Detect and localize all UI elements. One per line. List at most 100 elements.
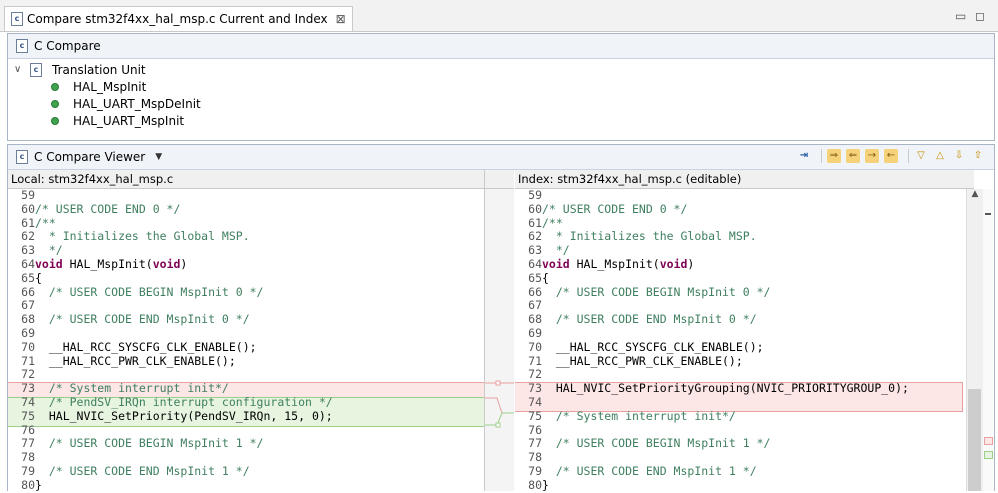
code-line[interactable]: 75 /* System interrupt init*/ [515,409,909,424]
code-line[interactable]: 68 /* USER CODE END MspInit 0 */ [8,312,333,327]
line-number: 63 [21,243,35,258]
c-file-icon: c [16,150,28,164]
line-text: __HAL_RCC_SYSCFG_CLK_ENABLE(); [542,339,764,354]
code-line[interactable]: 76 [8,423,333,438]
chevron-down-icon[interactable]: ∨ [14,64,26,75]
code-line[interactable]: 77 /* USER CODE BEGIN MspInit 1 */ [515,437,909,451]
code-line[interactable]: 80} [8,478,333,493]
vertical-scrollbar[interactable]: ▲ [966,189,983,491]
code-line[interactable]: 64 void HAL_MspInit(void) [8,257,333,272]
code-line[interactable]: 66 /* USER CODE BEGIN MspInit 0 */ [8,285,333,300]
code-line[interactable]: 65{ [515,270,909,286]
previous-change-icon[interactable]: ⇧ [971,149,985,163]
code-line[interactable]: 64 void HAL_MspInit(void) [515,257,909,272]
code-line[interactable]: 63 */ [515,243,909,258]
line-number: 60 [528,201,542,216]
tree-item[interactable]: HAL_UART_MspInit [8,112,994,129]
code-line[interactable]: 71 __HAL_RCC_PWR_CLK_ENABLE(); [515,354,909,369]
overview-ruler [983,189,993,491]
code-line[interactable]: 68 /* USER CODE END MspInit 0 */ [515,312,909,327]
code-line[interactable]: 61/** [8,215,333,231]
maximize-icon[interactable]: ◻ [975,9,985,23]
code-line[interactable]: 67 [8,299,333,313]
line-text: HAL_NVIC_SetPriority(PendSV_IRQn, 15, 0)… [35,408,333,423]
previous-difference-icon[interactable]: △ [933,149,947,163]
line-text: /* USER CODE BEGIN MspInit 1 */ [542,436,771,451]
function-icon [51,99,59,108]
right-code[interactable]: 59 60/* USER CODE END 0 */61/** 62 * Initi… [515,188,909,493]
code-line[interactable]: 70 __HAL_RCC_SYSCFG_CLK_ENABLE(); [515,339,909,355]
code-line[interactable]: 79 /* USER CODE END MspInit 1 */ [8,463,333,479]
code-line[interactable]: 74 [515,395,909,410]
tree-item[interactable]: HAL_MspInit [8,78,994,95]
code-line[interactable]: 61/** [515,216,909,231]
code-line[interactable]: 59 [8,188,333,203]
c-file-icon: c [16,39,28,53]
function-icon [51,82,59,91]
code-line[interactable]: 80} [515,478,909,493]
code-line[interactable]: 78 [515,450,909,465]
line-number: 76 [528,422,542,437]
next-difference-icon[interactable]: ▽ [914,149,928,163]
code-line[interactable]: 72 [8,368,333,382]
ignore-whitespace-icon[interactable]: ⇥ [797,149,811,163]
ruler-added-marker[interactable] [984,451,993,459]
ruler-change-marker[interactable] [984,437,993,445]
code-line[interactable]: 67 [515,299,909,313]
tree-root[interactable]: ∨ c Translation Unit [8,61,994,78]
copy-all-left-to-right-icon[interactable]: ⇒ [827,149,841,163]
left-pane-header: Local: stm32f4xx_hal_msp.c [8,170,484,189]
close-tab-icon[interactable]: ⊠ [336,12,346,26]
code-line[interactable]: 77 /* USER CODE BEGIN MspInit 1 */ [8,437,333,451]
left-code[interactable]: 59 60/* USER CODE END 0 */61/** 62 * Initi… [8,188,333,493]
line-text: { [542,270,549,285]
code-line[interactable]: 72 [515,368,909,382]
viewer-menu-chevron-icon[interactable]: ▼ [155,152,162,162]
right-compare-pane: Index: stm32f4xx_hal_msp.c (editable) 59… [515,170,974,493]
ruler-marker[interactable] [985,213,991,215]
line-number: 72 [528,367,542,382]
code-line[interactable]: 79 /* USER CODE END MspInit 1 */ [515,463,909,479]
line-number: 62 [528,229,542,244]
line-text: /* USER CODE END MspInit 1 */ [35,463,250,478]
code-line[interactable]: 73 HAL_NVIC_SetPriorityGrouping(NVIC_PRI… [515,381,909,396]
line-text: /* USER CODE BEGIN MspInit 1 */ [35,436,264,451]
scroll-up-icon[interactable]: ▲ [967,189,983,199]
code-line[interactable]: 75 HAL_NVIC_SetPriority(PendSV_IRQn, 15,… [8,408,333,424]
line-number: 74 [21,394,35,409]
line-number: 59 [21,188,35,202]
code-line[interactable]: 70 __HAL_RCC_SYSCFG_CLK_ENABLE(); [8,339,333,355]
editor-tab[interactable]: c Compare stm32f4xx_hal_msp.c Current an… [4,6,353,31]
scrollbar-thumb[interactable] [968,389,981,491]
code-line[interactable]: 62 * Initializes the Global MSP. [515,230,909,244]
code-line[interactable]: 74 /* PendSV_IRQn interrupt configuratio… [8,394,333,410]
code-line[interactable]: 71 __HAL_RCC_PWR_CLK_ENABLE(); [8,354,333,369]
copy-current-left-to-right-icon[interactable]: → [865,149,879,163]
code-line[interactable]: 78 [8,450,333,465]
code-line[interactable]: 65{ [8,271,333,286]
function-icon [51,116,59,125]
line-text: __HAL_RCC_SYSCFG_CLK_ENABLE(); [35,339,257,354]
code-line[interactable]: 60/* USER CODE END 0 */ [515,201,909,217]
line-number: 70 [21,339,35,354]
code-line[interactable]: 73 /* System interrupt init*/ [8,381,333,396]
copy-all-right-to-left-icon[interactable]: ⇐ [846,149,860,163]
code-line[interactable]: 66 /* USER CODE BEGIN MspInit 0 */ [515,285,909,300]
minimize-icon[interactable]: ▭ [955,9,966,23]
line-number: 63 [528,243,542,258]
code-line[interactable]: 62 * Initializes the Global MSP. [8,230,333,244]
code-line[interactable]: 60/* USER CODE END 0 */ [8,202,333,217]
line-number: 69 [21,325,35,340]
code-line[interactable]: 59 [515,188,909,203]
tree-item[interactable]: HAL_UART_MspDeInit [8,95,994,112]
line-number: 61 [21,215,35,230]
line-number: 79 [528,463,542,478]
structure-panel-header: c C Compare [8,34,994,59]
line-number: 73 [21,381,35,396]
code-line[interactable]: 76 [515,422,909,438]
code-line[interactable]: 63 */ [8,243,333,258]
code-line[interactable]: 69 [8,325,333,341]
next-change-icon[interactable]: ⇩ [952,149,966,163]
code-line[interactable]: 69 [515,326,909,341]
copy-current-right-to-left-icon[interactable]: ← [884,149,898,163]
